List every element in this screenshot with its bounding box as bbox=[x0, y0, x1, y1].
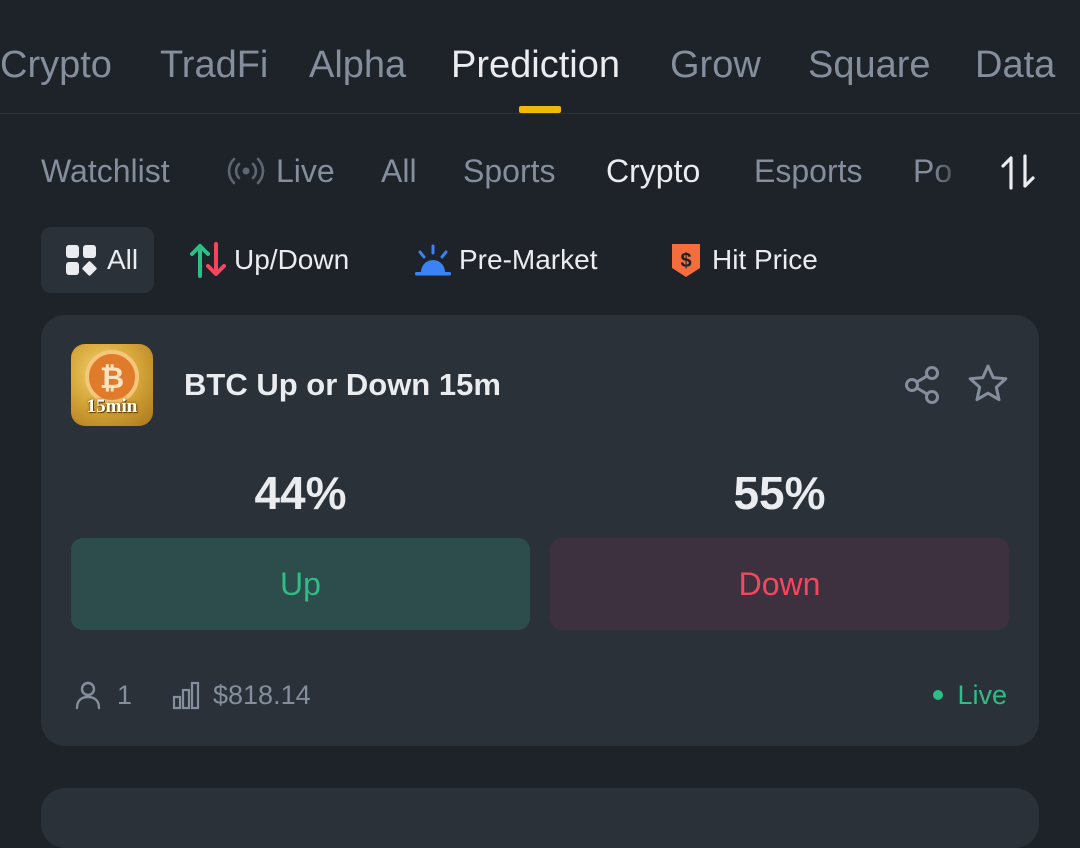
share-icon[interactable] bbox=[901, 363, 945, 407]
tab-crypto[interactable]: Crypto bbox=[0, 42, 112, 88]
down-button[interactable]: Down bbox=[550, 538, 1009, 630]
filter-all-label: All bbox=[107, 244, 139, 275]
filter-all[interactable]: All bbox=[41, 227, 155, 293]
sunrise-icon bbox=[413, 240, 453, 280]
market-card[interactable]: ₿ 15min BTC Up or Down 15m 44% 55% Up Do… bbox=[41, 315, 1039, 746]
star-icon[interactable] bbox=[966, 362, 1010, 406]
tab-data[interactable]: Data bbox=[975, 42, 1055, 88]
tab-tradfi[interactable]: TradFi bbox=[160, 42, 268, 88]
market-title[interactable]: BTC Up or Down 15m bbox=[184, 365, 501, 405]
filter-pre-market-label: Pre-Market bbox=[459, 244, 598, 275]
sort-arrows-icon[interactable] bbox=[996, 150, 1040, 194]
participants: 1 bbox=[73, 675, 132, 715]
top-nav: Crypto TradFi Alpha Prediction Grow Squa… bbox=[0, 0, 1080, 114]
live-dot-icon bbox=[933, 690, 944, 700]
next-market-card[interactable] bbox=[41, 788, 1039, 848]
svg-text:$: $ bbox=[680, 250, 691, 272]
volume: $818.14 bbox=[171, 675, 311, 715]
up-button[interactable]: Up bbox=[71, 538, 530, 630]
subtab-watchlist[interactable]: Watchlist bbox=[41, 150, 170, 192]
btc-15min-logo: ₿ 15min bbox=[71, 344, 153, 426]
live-status: Live bbox=[933, 675, 1007, 715]
filter-hit-price[interactable]: $ Hit Price bbox=[666, 227, 818, 293]
tab-grow[interactable]: Grow bbox=[670, 42, 761, 88]
up-percentage: 44% bbox=[254, 467, 347, 519]
subtab-live-label: Live bbox=[276, 153, 335, 189]
tab-prediction[interactable]: Prediction bbox=[451, 42, 620, 88]
subtab-esports[interactable]: Esports bbox=[754, 150, 862, 192]
live-status-label: Live bbox=[957, 679, 1007, 710]
overflow-fade bbox=[930, 140, 970, 200]
subtab-sports[interactable]: Sports bbox=[463, 150, 555, 192]
participants-count: 1 bbox=[117, 679, 133, 710]
subtab-all[interactable]: All bbox=[381, 150, 417, 192]
grid-icon bbox=[61, 240, 101, 280]
subtab-live[interactable]: Live bbox=[226, 150, 335, 192]
filter-up-down[interactable]: Up/Down bbox=[188, 227, 349, 293]
filter-up-down-label: Up/Down bbox=[234, 244, 350, 275]
up-down-arrows-icon bbox=[188, 240, 228, 280]
dollar-shield-icon: $ bbox=[666, 240, 706, 280]
filter-hit-price-label: Hit Price bbox=[712, 244, 818, 275]
logo-caption: 15min bbox=[86, 396, 138, 417]
broadcast-icon bbox=[226, 151, 266, 191]
tab-alpha[interactable]: Alpha bbox=[309, 42, 406, 88]
volume-value: $818.14 bbox=[213, 679, 311, 710]
svg-text:₿: ₿ bbox=[100, 361, 124, 396]
down-percentage: 55% bbox=[733, 467, 826, 519]
bar-chart-icon bbox=[171, 680, 201, 710]
tab-square[interactable]: Square bbox=[808, 42, 931, 88]
filter-pre-market[interactable]: Pre-Market bbox=[413, 227, 597, 293]
active-tab-indicator bbox=[519, 106, 561, 113]
subtab-crypto[interactable]: Crypto bbox=[606, 150, 700, 192]
user-icon bbox=[73, 680, 103, 710]
